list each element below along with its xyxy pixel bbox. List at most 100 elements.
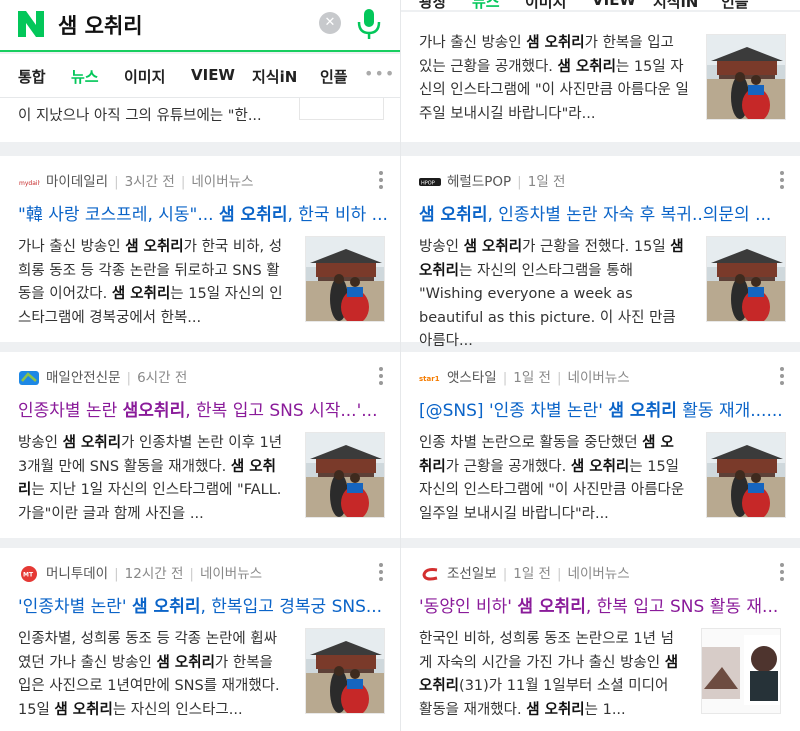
article-title[interactable]: 인종차별 논란 샘오취리, 한복 입고 SNS 시작...'... [18,396,388,421]
naver-logo-icon[interactable] [16,9,46,39]
naver-news-link[interactable]: 네이버뉴스 [200,566,262,582]
meta-divider: | [114,566,119,582]
mic-icon[interactable] [356,8,382,40]
article-thumbnail[interactable] [706,432,786,518]
text-segment: 방송인 [18,435,63,451]
publisher-name[interactable]: 매일안전신문 [46,370,121,386]
partial-thumbnail [299,98,384,120]
news-card[interactable]: 매일안전신문 | 6시간 전 인종차별 논란 샘오취리, 한복 입고 SNS 시작..… [0,352,400,538]
publish-time: 1일 전 [527,174,566,190]
text-segment: 인종 차별 논란으로 활동을 중단했던 [419,435,643,451]
svg-text:star1: star1 [419,375,440,383]
text-segment: 인종차별 논란 [18,401,123,421]
more-options-icon[interactable] [777,366,787,386]
svg-text:HPOP: HPOP [421,181,435,187]
publisher-name[interactable]: 마이데일리 [46,174,108,190]
text-segment: 가 근황을 전했다. 15일 [522,239,671,255]
meta-divider: | [180,174,186,190]
naver-news-link[interactable]: 네이버뉴스 [191,174,253,190]
tab-integrated[interactable]: 통합 [18,66,46,87]
partial-snippet: 가나 출신 방송인 샘 오취리가 한복을 입고 있는 근황을 공개했다. 샘 오… [419,32,689,126]
more-options-icon[interactable] [777,170,787,190]
meta-divider: | [517,174,522,190]
right-column: 광장 뉴스 이미지 VIEW 지식iN 인플 가나 출신 방송인 샘 오취리가 … [400,0,800,731]
publish-time: 1일 전 [513,566,551,582]
news-card[interactable]: 조선일보 | 1일 전 | 네이버뉴스 '동양인 비하' 샘 오취리, 한복 입고 SNS… [401,548,800,731]
article-title[interactable]: [@SNS] '인종 차별 논란' 샘 오취리 활동 재개...... [419,396,789,421]
text-segment: "韓 사랑 코스프레, 시동"... [18,205,219,225]
publisher-name[interactable]: 조선일보 [447,566,497,582]
search-query[interactable]: 샘 오취리 [58,10,143,40]
news-card[interactable]: HPOP 헤럴드POP | 1일 전샘 오취리, 인종차별 논란 자숙 후 복귀..의… [401,156,800,349]
tab-knowledge-in[interactable]: 지식iN [252,66,297,87]
tab-view[interactable]: VIEW [191,66,235,84]
category-tabs-partial: 광장 뉴스 이미지 VIEW 지식iN 인플 [401,0,800,10]
search-bar: 샘 오취리 ✕ [0,0,400,52]
publisher-name[interactable]: 헤럴드POP [447,174,511,190]
tab-images[interactable]: 이미지 [124,66,165,87]
keyword-highlight: 샘 오취리 [608,401,677,421]
news-card[interactable]: star1 앳스타일 | 1일 전 | 네이버뉴스 [@SNS] '인종 차별 논란' 샘 … [401,352,800,538]
tab-knowledge-partial[interactable]: 지식iN [653,0,698,10]
text-segment: , 한복 입고 SNS 시작...'... [185,401,378,421]
article-thumbnail[interactable] [701,628,781,714]
svg-text:mydaily: mydaily [19,180,40,187]
keyword-highlight: 샘 오취리 [517,597,586,617]
text-segment: '인종차별 논란' [18,597,132,617]
article-title[interactable]: '동양인 비하' 샘 오취리, 한복 입고 SNS 활동 재... [419,592,789,617]
tab-influencer[interactable]: 인플 [320,66,348,87]
tab-news[interactable]: 뉴스 [71,66,99,87]
more-tabs-icon[interactable]: ••• [364,64,395,83]
text-segment: 는 1... [584,701,626,718]
publisher-name[interactable]: 앳스타일 [447,370,497,386]
publisher-name[interactable]: 머니투데이 [46,566,108,582]
naver-news-link[interactable]: 네이버뉴스 [568,370,630,386]
tab-influencer-partial[interactable]: 인플 [721,0,749,10]
text-segment: 활동 재개...... [676,401,783,421]
article-title[interactable]: "韓 사랑 코스프레, 시동"... 샘 오취리, 한국 비하 ... [18,200,388,225]
text-segment: , 인종차별 논란 자숙 후 복귀..의문의 ... [487,205,772,225]
partial-snippet: 이 지났으나 아직 그의 유튜브에는 "한... [18,108,262,124]
mt-logo-icon: MT [21,566,37,582]
mydaily-logo-icon: mydaily [18,174,40,190]
meta-divider: | [556,370,562,386]
partial-article[interactable]: 이 지났으나 아직 그의 유튜브에는 "한... [0,98,400,142]
text-segment: 방송인 [419,239,464,255]
naver-news-link[interactable]: 네이버뉴스 [568,566,630,582]
heraldpop-logo-icon: HPOP [419,178,441,187]
article-thumbnail[interactable] [706,236,786,322]
more-options-icon[interactable] [376,366,386,386]
tab-view-partial[interactable]: VIEW [592,0,636,9]
keyword-highlight: 샘 오취리 [526,701,585,718]
article-thumbnail[interactable] [305,236,385,322]
article-meta: 조선일보 | 1일 전 | 네이버뉴스 [419,562,630,582]
clear-search-button[interactable]: ✕ [319,12,341,34]
publish-time: 3시간 전 [124,174,175,190]
text-segment: 가나 출신 방송인 [419,35,527,51]
article-snippet: 방송인 샘 오취리가 인종차별 논란 이후 1년 3개월 만에 SNS 활동을 … [18,432,284,526]
article-meta: MT 머니투데이 | 12시간 전 | 네이버뉴스 [18,562,262,582]
article-title[interactable]: 샘 오취리, 인종차별 논란 자숙 후 복귀..의문의 ... [419,200,789,225]
news-card[interactable]: MT 머니투데이 | 12시간 전 | 네이버뉴스 '인종차별 논란' 샘 오취리, 한복입… [0,548,400,731]
meta-divider: | [502,566,508,582]
more-options-icon[interactable] [777,562,787,582]
article-title[interactable]: '인종차별 논란' 샘 오취리, 한복입고 경복궁 SNS... [18,592,388,617]
article-snippet: 인종차별, 성희롱 동조 등 각종 논란에 휩싸였던 가나 출신 방송인 샘 오… [18,628,284,722]
news-card[interactable]: mydaily 마이데일리 | 3시간 전 | 네이버뉴스 "韓 사랑 코스프레, 시동".… [0,156,400,342]
meta-divider: | [502,370,508,386]
chosun-logo-icon [422,568,438,581]
partial-article[interactable]: 가나 출신 방송인 샘 오취리가 한복을 입고 있는 근황을 공개했다. 샘 오… [401,12,800,142]
article-thumbnail[interactable] [305,628,385,714]
keyword-highlight: 샘 오취리 [54,701,113,718]
star1-logo-icon: star1 [419,373,441,383]
article-thumbnail[interactable] [305,432,385,518]
tab-news-partial[interactable]: 뉴스 [472,0,500,10]
more-options-icon[interactable] [376,170,386,190]
category-tabs: 통합 뉴스 이미지 VIEW 지식iN 인플 ••• [0,54,400,98]
tab-images-partial[interactable]: 이미지 [525,0,566,10]
text-segment: 가 근황을 공개했다. [445,458,571,475]
more-options-icon[interactable] [376,562,386,582]
tab-integrated-partial[interactable]: 광장 [419,0,447,10]
keyword-highlight: 샘 오취리 [463,239,523,255]
article-snippet: 인종 차별 논란으로 활동을 중단했던 샘 오취리가 근황을 공개했다. 샘 오… [419,432,685,526]
